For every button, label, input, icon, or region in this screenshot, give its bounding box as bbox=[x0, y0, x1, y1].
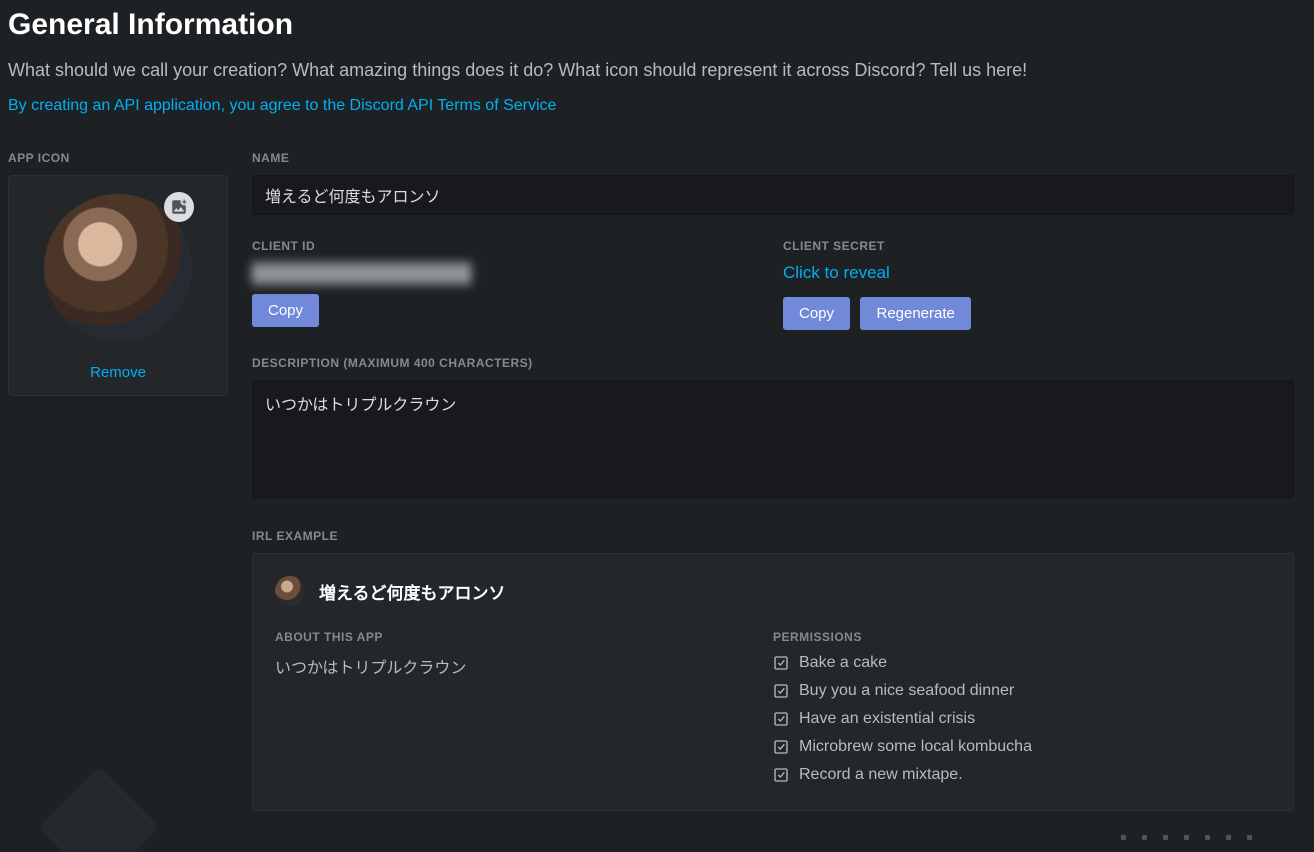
about-label: ABOUT THIS APP bbox=[275, 630, 773, 644]
app-icon-upload[interactable] bbox=[44, 194, 192, 342]
description-input[interactable] bbox=[252, 380, 1294, 498]
check-icon bbox=[773, 711, 789, 727]
app-icon-box: Remove bbox=[8, 175, 228, 396]
regenerate-secret-button[interactable]: Regenerate bbox=[860, 297, 970, 330]
avatar bbox=[275, 576, 305, 606]
permissions-label: PERMISSIONS bbox=[773, 630, 1271, 644]
check-icon bbox=[773, 767, 789, 783]
pagination-dots bbox=[1121, 835, 1252, 840]
permission-item: Buy you a nice seafood dinner bbox=[773, 682, 1271, 700]
irl-example-box: 増えるど何度もアロンソ ABOUT THIS APP いつかはトリプルクラウン … bbox=[252, 553, 1294, 811]
app-icon-label: APP ICON bbox=[8, 151, 228, 165]
client-id-value: ████████████████ bbox=[252, 263, 763, 284]
permission-item: Have an existential crisis bbox=[773, 710, 1271, 728]
copy-secret-button[interactable]: Copy bbox=[783, 297, 850, 330]
page-title: General Information bbox=[8, 8, 1306, 42]
copy-client-id-button[interactable]: Copy bbox=[252, 294, 319, 327]
permission-item: Record a new mixtape. bbox=[773, 766, 1271, 784]
check-icon bbox=[773, 655, 789, 671]
remove-icon-link[interactable]: Remove bbox=[90, 364, 146, 381]
about-text: いつかはトリプルクラウン bbox=[275, 654, 773, 678]
description-label: DESCRIPTION (MAXIMUM 400 CHARACTERS) bbox=[252, 356, 1294, 370]
tos-link[interactable]: By creating an API application, you agre… bbox=[8, 97, 556, 114]
reveal-secret-link[interactable]: Click to reveal bbox=[783, 263, 890, 283]
permission-item: Microbrew some local kombucha bbox=[773, 738, 1271, 756]
check-icon bbox=[773, 683, 789, 699]
irl-label: IRL EXAMPLE bbox=[252, 529, 1294, 543]
upload-image-icon bbox=[164, 192, 194, 222]
name-input[interactable] bbox=[252, 175, 1294, 215]
name-label: NAME bbox=[252, 151, 1294, 165]
page-subtitle: What should we call your creation? What … bbox=[8, 60, 1306, 81]
client-id-label: CLIENT ID bbox=[252, 239, 763, 253]
irl-app-name: 増えるど何度もアロンソ bbox=[319, 579, 506, 604]
permission-item: Bake a cake bbox=[773, 654, 1271, 672]
client-secret-label: CLIENT SECRET bbox=[783, 239, 1294, 253]
check-icon bbox=[773, 739, 789, 755]
